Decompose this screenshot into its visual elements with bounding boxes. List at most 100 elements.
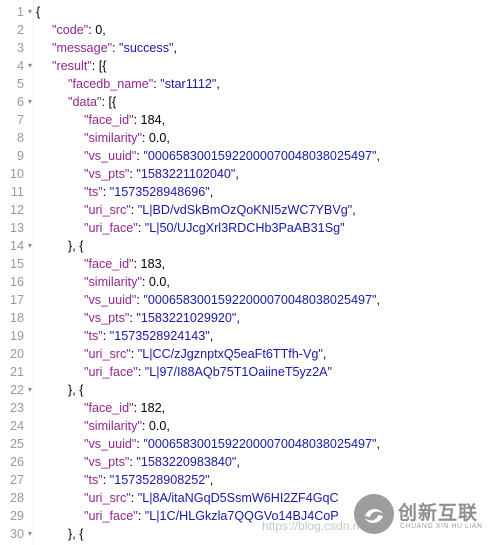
json-string: "1583220983840" [136, 455, 237, 469]
chevron-down-icon[interactable]: ▾ [26, 3, 34, 21]
code-text: "ts": "1573528948696", [84, 183, 213, 201]
code-line: 5 "facedb_name": "star1112", [0, 75, 491, 93]
code-line: 17 "vs_uuid": "00065830015922000070048038… [0, 291, 491, 309]
code-text: }, { [68, 237, 83, 255]
line-number: 23 [9, 401, 24, 415]
json-punctuation: : 183, [133, 257, 166, 271]
json-key: "vs_pts" [84, 167, 130, 181]
json-string: "00065830015922000070048038025497" [143, 293, 377, 307]
code-line: 25 "vs_uuid": "00065830015922000070048038… [0, 435, 491, 453]
json-punctuation: , [376, 149, 380, 163]
json-punctuation: }, { [68, 383, 84, 397]
json-punctuation: : [130, 203, 138, 217]
json-punctuation: , [235, 167, 239, 181]
code-text: "similarity": 0.0, [84, 273, 170, 291]
json-key: "uri_src" [84, 347, 131, 361]
json-key: "vs_uuid" [84, 437, 137, 451]
json-string: "00065830015922000070048038025497" [143, 437, 377, 451]
line-number: 15 [9, 257, 24, 271]
code-line: 15 "face_id": 183, [0, 255, 491, 273]
line-number: 19 [9, 329, 24, 343]
json-punctuation: , [376, 437, 380, 451]
json-key: "vs_pts" [84, 455, 130, 469]
code-line: 26 "vs_pts": "1583220983840", [0, 453, 491, 471]
json-string: "L|97/I88AQb75T1OaiineT5yz2A" [144, 365, 332, 379]
json-string: "L|BD/vdSkBmOzQoKNI5zWC7YBVg" [137, 203, 353, 217]
json-punctuation: : 0.0, [141, 131, 170, 145]
code-line: 7 "face_id": 184, [0, 111, 491, 129]
code-line: 22 ▾}, { [0, 381, 491, 399]
code-text: "vs_uuid": "0006583001592200007004803802… [84, 435, 380, 453]
code-line: 8 "similarity": 0.0, [0, 129, 491, 147]
line-number: 14 [9, 239, 24, 253]
json-string: "00065830015922000070048038025497" [143, 149, 377, 163]
code-text: "uri_src": "L|8A/itaNGqD5SsmW6HI2ZF4GqC [84, 489, 339, 507]
json-punctuation: : [137, 221, 145, 235]
code-text: "similarity": 0.0, [84, 129, 170, 147]
code-line: 2 "code": 0, [0, 21, 491, 39]
json-punctuation: , [209, 473, 214, 487]
json-key: "data" [68, 95, 102, 109]
json-punctuation: , [216, 77, 220, 91]
code-editor[interactable]: 1 ▾{2 "code": 0, 3 "message": "success", 4 ▾ "r… [0, 0, 491, 545]
json-key: "uri_src" [84, 491, 131, 505]
json-punctuation: }, { [68, 239, 84, 253]
code-text: "ts": "1573528908252", [84, 471, 213, 489]
code-text: }, { [68, 525, 83, 543]
chevron-down-icon[interactable]: ▾ [26, 57, 34, 75]
json-punctuation: : [137, 365, 145, 379]
json-punctuation: : [102, 329, 110, 343]
json-punctuation: : [{ [91, 59, 107, 73]
chevron-down-icon[interactable]: ▾ [26, 237, 34, 255]
json-punctuation: }, { [68, 527, 84, 541]
json-punctuation: , [209, 185, 214, 199]
code-line: 24 "similarity": 0.0, [0, 417, 491, 435]
json-punctuation: , [209, 329, 214, 343]
code-text: "uri_face": "L|50/UJcgXrl3RDCHb3PaAB31Sg… [84, 219, 345, 237]
line-number: 9 [16, 149, 24, 163]
line-number: 7 [16, 113, 24, 127]
json-key: "ts" [84, 185, 103, 199]
watermark-url: https://blog.csdn.n [262, 519, 360, 533]
code-text: "vs_uuid": "0006583001592200007004803802… [84, 291, 380, 309]
json-punctuation: { [36, 5, 41, 19]
code-line: 11 "ts": "1573528948696", [0, 183, 491, 201]
chevron-down-icon[interactable]: ▾ [26, 381, 34, 399]
brand-name-chinese: 创新互联 [398, 502, 479, 524]
json-punctuation: , [236, 455, 240, 469]
chevron-down-icon[interactable]: ▾ [26, 93, 34, 111]
code-text: { [36, 3, 40, 21]
code-line: 27 "ts": "1573528908252", [0, 471, 491, 489]
json-key: "ts" [84, 473, 103, 487]
json-punctuation: , [352, 203, 356, 217]
code-text: "uri_src": "L|BD/vdSkBmOzQoKNI5zWC7YBVg"… [84, 201, 356, 219]
json-string: "1573528948696" [109, 185, 210, 199]
chevron-down-icon[interactable]: ▾ [26, 525, 34, 543]
json-key: "ts" [84, 329, 103, 343]
line-number: 3 [16, 41, 24, 55]
line-number: 12 [9, 203, 24, 217]
code-text: "vs_pts": "1583221029920", [84, 309, 240, 327]
code-line: 10 "vs_pts": "1583221102040", [0, 165, 491, 183]
line-number: 30 [9, 527, 24, 541]
brand-logo-mark [365, 508, 383, 524]
brand-name-english: CHUANG XIN HU LIAN [400, 523, 483, 530]
json-punctuation: , [236, 311, 240, 325]
code-line: 4 ▾ "result": [{ [0, 57, 491, 75]
json-string: "L|8A/itaNGqD5SsmW6HI2ZF4GqC [137, 491, 339, 505]
code-text: "code": 0, [52, 21, 106, 39]
json-key: "code" [52, 23, 89, 37]
json-punctuation: : 0, [88, 23, 106, 37]
line-number: 18 [9, 311, 24, 325]
json-key: "facedb_name" [68, 77, 154, 91]
json-punctuation: , [322, 347, 327, 361]
line-number: 29 [9, 509, 24, 523]
code-text: "face_id": 184, [84, 111, 165, 129]
json-string: "1573528924143" [109, 329, 210, 343]
code-line: 23 "face_id": 182, [0, 399, 491, 417]
code-line: 21 "uri_face": "L|97/I88AQb75T1OaiineT5yz… [0, 363, 491, 381]
json-string: "1583221102040" [136, 167, 236, 181]
json-punctuation: : [102, 473, 110, 487]
json-key: "similarity" [84, 419, 142, 433]
json-key: "uri_src" [84, 203, 131, 217]
